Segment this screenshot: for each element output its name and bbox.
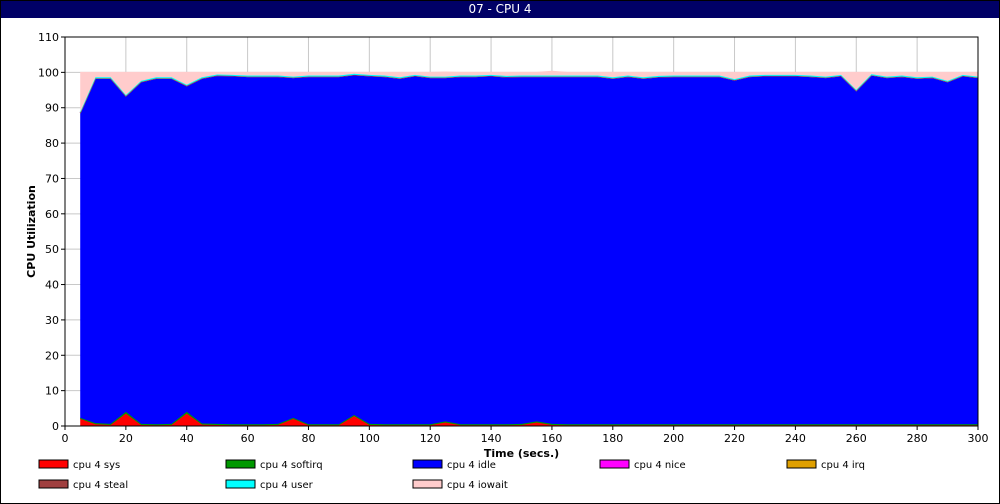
y-tick-label: 70 xyxy=(45,172,59,185)
y-tick-label: 50 xyxy=(45,243,59,256)
x-tick-label: 120 xyxy=(420,432,441,445)
x-tick-label: 140 xyxy=(481,432,502,445)
y-tick-label: 60 xyxy=(45,208,59,221)
cpu-4-iowait-swatch xyxy=(412,479,443,489)
y-tick-label: 30 xyxy=(45,314,59,327)
y-tick-label: 40 xyxy=(45,279,59,292)
cpu-4-user-swatch xyxy=(225,479,256,489)
legend-item: cpu 4 softirq xyxy=(225,459,323,471)
legend-item: cpu 4 irq xyxy=(786,459,865,471)
x-tick-label: 40 xyxy=(180,432,194,445)
cpu-utilization-chart: 0 10 20 30 40 50 60 70 80 90 100 110 0 20 40 60 80 100 120… xyxy=(25,31,989,491)
x-tick-label: 300 xyxy=(968,432,989,445)
legend-item: cpu 4 idle xyxy=(412,459,496,471)
cpu-4-nice-swatch xyxy=(599,459,630,469)
y-tick-label: 20 xyxy=(45,349,59,362)
x-tick-label: 160 xyxy=(541,432,562,445)
y-tick-label: 90 xyxy=(45,102,59,115)
y-tick-label: 80 xyxy=(45,137,59,150)
cpu-4-irq-swatch xyxy=(786,459,817,469)
y-axis-title: CPU Utilization xyxy=(25,185,38,278)
y-tick-label: 110 xyxy=(38,31,59,44)
chart-title: 07 - CPU 4 xyxy=(1,1,999,18)
cpu-4-idle-swatch xyxy=(412,459,443,469)
y-tick-label: 100 xyxy=(38,66,59,79)
y-tick-label: 10 xyxy=(45,385,59,398)
x-tick-label: 20 xyxy=(119,432,133,445)
series-areas xyxy=(79,70,979,426)
legend-item: cpu 4 user xyxy=(225,479,314,491)
legend-item: cpu 4 steal xyxy=(38,479,128,491)
legend-label: cpu 4 user xyxy=(260,480,314,491)
legend-label: cpu 4 idle xyxy=(447,460,496,471)
x-tick-label: 80 xyxy=(301,432,315,445)
cpu-4-steal-swatch xyxy=(38,479,69,489)
cpu-4-softirq-swatch xyxy=(225,459,256,469)
x-tick-label: 180 xyxy=(602,432,623,445)
x-tick-label: 60 xyxy=(241,432,255,445)
cpu-4-sys-swatch xyxy=(38,459,69,469)
legend-label: cpu 4 iowait xyxy=(447,480,508,491)
x-tick-label: 200 xyxy=(663,432,684,445)
legend-item: cpu 4 sys xyxy=(38,459,120,471)
legend-label: cpu 4 softirq xyxy=(260,460,323,471)
x-axis-title: Time (secs.) xyxy=(484,447,559,460)
chart-window: 07 - CPU 4 0 10 20 30 40 50 60 70 80 90 100 110 0 20 4… xyxy=(0,0,1000,504)
x-tick-label: 0 xyxy=(62,432,69,445)
legend-item: cpu 4 iowait xyxy=(412,479,508,491)
legend-label: cpu 4 irq xyxy=(821,460,865,471)
cpu-4-idle-area xyxy=(80,74,979,425)
legend-label: cpu 4 sys xyxy=(73,460,120,471)
x-tick-label: 100 xyxy=(359,432,380,445)
legend-item: cpu 4 nice xyxy=(599,459,686,471)
x-tick-label: 260 xyxy=(846,432,867,445)
x-tick-label: 280 xyxy=(907,432,928,445)
y-tick-label: 0 xyxy=(52,420,59,433)
legend-label: cpu 4 nice xyxy=(634,460,686,471)
x-tick-label: 220 xyxy=(724,432,745,445)
x-tick-label: 240 xyxy=(785,432,806,445)
legend-label: cpu 4 steal xyxy=(73,480,128,491)
legend: cpu 4 sys cpu 4 softirq cpu 4 idle cpu 4 ni… xyxy=(38,459,865,491)
